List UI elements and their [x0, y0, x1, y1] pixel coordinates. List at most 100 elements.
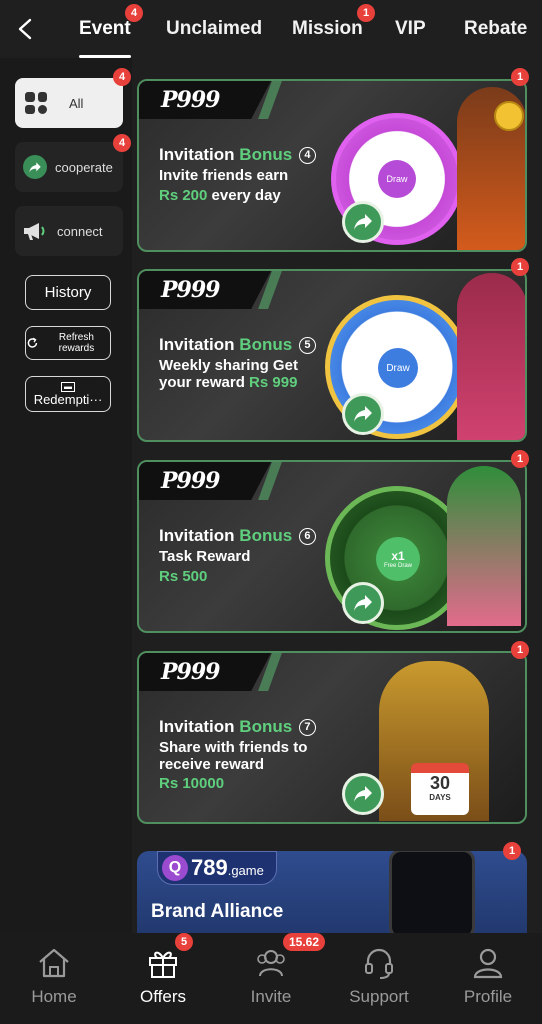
sidebar-item-connect[interactable]: connect: [15, 206, 123, 256]
sidebar-all-badge: 4: [113, 68, 131, 86]
draw-sub: Free Draw: [383, 563, 412, 569]
tab-unclaimed[interactable]: Unclaimed: [166, 16, 262, 44]
nav-label: Invite: [250, 987, 292, 1006]
invitation-bonus-card-6[interactable]: P999 Invitation Bonus 6 Task Reward Rs 5…: [137, 460, 527, 633]
brand-789-logo: Q 789.game: [157, 851, 277, 885]
sidebar-item-label: All: [69, 95, 84, 111]
reward-amount: Rs 200: [159, 187, 208, 204]
title-highlight: Bonus: [239, 717, 293, 736]
character-illustration: [447, 466, 521, 626]
card-badge: 1: [511, 258, 529, 276]
title-highlight: Bonus: [239, 145, 293, 164]
card-title: Invitation Bonus 6: [159, 526, 316, 546]
reward-suffix: every day: [207, 187, 281, 204]
brand-alliance-title: Brand Alliance: [151, 901, 284, 922]
tab-label: Event: [79, 18, 131, 39]
invitation-bonus-card-4[interactable]: P999 Invitation Bonus 4 Invite friends e…: [137, 79, 527, 252]
brand-logo: P999: [161, 468, 220, 494]
brand-logo-number: 789: [191, 855, 228, 880]
brand-alliance-card[interactable]: Q 789.game Brand Alliance: [137, 851, 527, 933]
invitation-bonus-card-7[interactable]: P999 Invitation Bonus 7 Share with frien…: [137, 651, 527, 824]
share-button[interactable]: [342, 582, 384, 624]
draw-center: Draw: [378, 160, 416, 198]
tab-rebate[interactable]: Rebate: [464, 16, 527, 44]
brand-badge: 1: [503, 842, 521, 860]
card-description: Task Reward: [159, 548, 251, 565]
ticket-icon: ▬: [61, 381, 75, 392]
share-arrow-icon: [354, 595, 372, 611]
refresh-label: Refresh rewards: [58, 332, 95, 354]
nav-label: Support: [349, 987, 409, 1006]
grid-icon: [25, 92, 47, 114]
share-button[interactable]: [342, 773, 384, 815]
history-label: History: [44, 284, 92, 301]
card-number: 4: [298, 147, 316, 164]
nav-home[interactable]: Home: [9, 943, 99, 1007]
card-reward: Rs 10000: [159, 775, 225, 792]
person-icon: [473, 948, 503, 979]
card-title: Invitation Bonus 5: [159, 335, 316, 355]
tab-event[interactable]: Event: [79, 16, 131, 58]
title-word: Invitation: [159, 145, 235, 164]
card-title: Invitation Bonus 7: [159, 717, 316, 737]
tab-mission[interactable]: Mission: [292, 16, 363, 44]
back-button[interactable]: [12, 14, 38, 44]
brand-logo: P999: [161, 87, 220, 113]
card-description: Weekly sharing Get your reward Rs 999: [159, 357, 319, 391]
redemption-label: Redempti···: [33, 391, 103, 407]
card-number: 6: [298, 528, 316, 545]
sidebar-item-all[interactable]: All: [15, 78, 123, 128]
refresh-icon: [27, 337, 38, 348]
history-button[interactable]: History: [25, 275, 111, 310]
nav-profile[interactable]: Profile: [443, 943, 533, 1007]
megaphone-icon: [24, 223, 45, 240]
draw-center: x1 Free Draw: [376, 537, 420, 581]
sidebar-item-label: cooperate: [55, 159, 113, 175]
tab-mission-badge: 1: [357, 4, 375, 22]
nav-offers[interactable]: Offers: [118, 943, 208, 1007]
card-badge: 1: [511, 450, 529, 468]
phone-illustration: [389, 851, 475, 933]
nav-invite-badge: 15.62: [283, 933, 326, 951]
tab-label: Unclaimed: [166, 18, 263, 39]
card-badge: 1: [511, 68, 529, 86]
title-word: Invitation: [159, 526, 235, 545]
refresh-rewards-button[interactable]: Refresh rewards: [25, 326, 111, 360]
character-illustration: [457, 273, 525, 440]
calendar-label: DAYS: [429, 793, 451, 802]
tab-label: Mission: [292, 18, 363, 39]
nav-invite[interactable]: Invite: [226, 943, 316, 1007]
invitation-bonus-card-5[interactable]: P999 Invitation Bonus 5 Weekly sharing G…: [137, 269, 527, 442]
tab-event-badge: 4: [125, 4, 143, 22]
nav-offers-badge: 5: [175, 933, 193, 951]
share-arrow-icon: [354, 214, 372, 230]
share-button[interactable]: [342, 201, 384, 243]
title-word: Invitation: [159, 335, 235, 354]
share-arrow-icon: [354, 406, 372, 422]
category-sidebar: All 4 cooperate 4 connect History Refres…: [0, 58, 132, 933]
sidebar-cooperate-badge: 4: [113, 134, 131, 152]
coin-icon: [494, 101, 524, 131]
card-reward: Rs 200 every day: [159, 187, 281, 204]
share-arrow-icon: [354, 786, 372, 802]
tab-vip[interactable]: VIP: [395, 16, 426, 44]
nav-support[interactable]: Support: [334, 943, 424, 1007]
top-tab-bar: Event 4 Unclaimed Mission 1 VIP Rebate: [0, 0, 542, 58]
draw-count: x1: [391, 549, 405, 563]
sidebar-item-label: connect: [57, 223, 103, 239]
calendar-icon: 30 DAYS: [411, 763, 469, 815]
sidebar-item-cooperate[interactable]: cooperate: [15, 142, 123, 192]
chevron-left-icon: [18, 18, 32, 40]
redemption-button[interactable]: ▬ Redempti···: [25, 376, 111, 412]
people-icon: [257, 950, 285, 977]
draw-center: Draw: [378, 348, 418, 388]
reward-amount: Rs 999: [249, 374, 298, 391]
calendar-days: 30: [429, 773, 451, 793]
card-title: Invitation Bonus 4: [159, 145, 316, 165]
home-icon: [39, 948, 69, 978]
nav-label: Profile: [463, 987, 513, 1006]
title-highlight: Bonus: [239, 335, 293, 354]
share-button[interactable]: [342, 393, 384, 435]
brand-logo: P999: [161, 277, 220, 303]
q-logo-icon: Q: [162, 855, 188, 881]
